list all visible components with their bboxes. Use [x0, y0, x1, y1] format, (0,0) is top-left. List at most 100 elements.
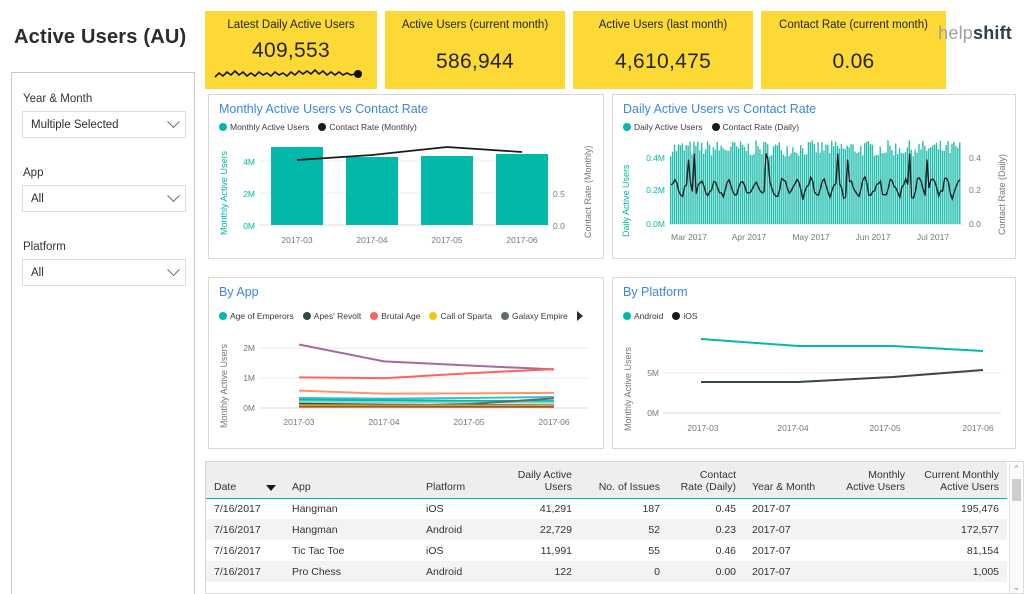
- chevron-up-icon[interactable]: ⌃: [1010, 463, 1023, 476]
- legend-dot-icon: [318, 123, 327, 131]
- cell-mau: [830, 540, 913, 561]
- by-app-xtick-0: 2017-03: [283, 417, 314, 427]
- cell-dau: 41,291: [539, 502, 572, 515]
- chevron-down-icon: [167, 189, 180, 203]
- by-app-ytick-0m: 0M: [243, 403, 255, 413]
- cell-date: 7/16/2017: [214, 544, 261, 557]
- year-month-select[interactable]: Multiple Selected: [22, 111, 186, 138]
- monthly-ytick-0m: 0M: [243, 221, 255, 231]
- table-row[interactable]: 7/16/2017 Pro Chess Android 122 0 0.00 2…: [206, 561, 1007, 582]
- legend-item-monthly-active-users[interactable]: Monthly Active Users: [219, 122, 309, 132]
- legend-dot-icon: [672, 312, 681, 320]
- bar-2017-06[interactable]: [496, 154, 548, 225]
- legend-dot-icon: [500, 312, 509, 320]
- kpi-card-active-users-last-month[interactable]: Active Users (last month) 4,610,475: [573, 11, 753, 89]
- legend-label: iOS: [683, 311, 698, 321]
- by-platform-line-ios[interactable]: [701, 369, 984, 383]
- column-header-no-of-issues[interactable]: No. of Issues: [580, 462, 668, 499]
- logo-text-bold: shift: [973, 23, 1012, 43]
- chart-panel-by-app[interactable]: By App Age of Emperors Apes' Revolt Brut…: [208, 277, 604, 449]
- chart-title-monthly: Monthly Active Users vs Contact Rate: [219, 102, 429, 116]
- column-header-contact-rate-daily[interactable]: Contact Rate (Daily): [668, 462, 744, 499]
- chart-panel-daily-active-users[interactable]: Daily Active Users vs Contact Rate Daily…: [612, 94, 1016, 259]
- legend-item-android[interactable]: Android: [623, 311, 663, 321]
- cell-issues: 187: [642, 502, 660, 515]
- by-platform-line-android[interactable]: [700, 338, 984, 352]
- daily-y-axis-title: Daily Active Users: [621, 164, 631, 237]
- bar-2017-04[interactable]: [346, 157, 398, 225]
- column-header-date[interactable]: Date: [206, 462, 284, 499]
- cell-app: Tic Tac Toe: [292, 544, 345, 557]
- daily-ytick-00m: 0.0M: [646, 219, 665, 229]
- chart-legend-monthly: Monthly Active Users Contact Rate (Month…: [219, 122, 417, 132]
- cell-contact-rate: 0.46: [715, 544, 736, 557]
- by-app-line-brutal-age[interactable]: [298, 368, 555, 380]
- kpi-card-active-users-current-month[interactable]: Active Users (current month) 586,944: [385, 11, 565, 89]
- monthly-y2-axis-title: Contact Rate (Monthly): [583, 145, 593, 238]
- column-label: Current Monthly Active Users: [924, 468, 999, 493]
- by-app-line-orange-app[interactable]: [298, 389, 555, 395]
- by-app-y-axis-title: Monthly Active Users: [219, 343, 229, 428]
- legend-label: Daily Active Users: [634, 122, 703, 132]
- daily-chart-svg: Daily Active Users Contact Rate (Daily) …: [621, 140, 1007, 242]
- platform-select[interactable]: All: [22, 259, 186, 286]
- app-value: All: [31, 192, 44, 205]
- column-header-year-month[interactable]: Year & Month: [744, 462, 830, 499]
- monthly-ytick-2m: 2M: [243, 189, 255, 199]
- column-header-platform[interactable]: Platform: [418, 462, 480, 499]
- logo-text-light: help: [938, 23, 973, 43]
- legend-item-daily-active-users[interactable]: Daily Active Users: [623, 122, 703, 132]
- cell-year-month: 2017-07: [752, 544, 791, 557]
- by-platform-y-axis-title: Monthly Active Users: [623, 346, 633, 431]
- page-title: Active Users (AU): [14, 26, 187, 48]
- scrollbar-thumb[interactable]: [1012, 479, 1021, 501]
- kpi-card-latest-daily-active-users[interactable]: Latest Daily Active Users 409,553: [205, 11, 377, 89]
- chart-legend-by-platform: Android iOS: [623, 311, 697, 321]
- cell-mau: [830, 519, 913, 540]
- column-label: No. of Issues: [598, 480, 660, 493]
- app-select[interactable]: All: [22, 185, 186, 212]
- by-app-chart-svg: Monthly Active Users 2M 1M 0M 2017-03 20…: [219, 343, 589, 428]
- cell-platform: iOS: [426, 544, 444, 557]
- chart-panel-by-platform[interactable]: By Platform Android iOS Monthly Active U…: [612, 277, 1016, 449]
- column-label: Date: [214, 480, 237, 493]
- legend-label: Contact Rate (Daily): [722, 122, 800, 132]
- column-header-current-monthly-active-users[interactable]: Current Monthly Active Users: [913, 462, 1007, 499]
- chevron-right-icon[interactable]: [576, 311, 583, 321]
- legend-item-contact-rate-monthly[interactable]: Contact Rate (Monthly): [318, 122, 417, 132]
- legend-item-apes-revolt[interactable]: Apes' Revolt: [302, 311, 361, 321]
- daily-ytick-04m: 0.4M: [646, 153, 665, 163]
- table-row[interactable]: 7/16/2017 Hangman Android 22,729 52 0.23…: [206, 519, 1007, 540]
- table-vertical-scrollbar[interactable]: ⌃ ⌄: [1009, 463, 1023, 593]
- column-header-app[interactable]: App: [284, 462, 418, 499]
- daily-xtick-1: Apr 2017: [732, 232, 767, 242]
- by-app-line-cyan-app[interactable]: [298, 395, 555, 400]
- legend-item-galaxy-empire[interactable]: Galaxy Empire: [500, 311, 568, 321]
- kpi-card-contact-rate-current-month[interactable]: Contact Rate (current month) 0.06: [761, 11, 946, 89]
- kpi-label: Active Users (last month): [598, 19, 728, 31]
- kpi-value: 586,944: [435, 50, 514, 73]
- cell-cmau: 81,154: [966, 544, 999, 557]
- cell-issues: 55: [648, 544, 660, 557]
- chart-title-daily: Daily Active Users vs Contact Rate: [623, 102, 817, 116]
- table-row[interactable]: 7/16/2017 Hangman iOS 41,291 187 0.45 20…: [206, 498, 1007, 519]
- filter-platform: Platform All: [22, 241, 186, 286]
- legend-item-call-of-sparta[interactable]: Call of Sparta: [429, 311, 492, 321]
- table-row[interactable]: 7/16/2017 Tic Tac Toe iOS 11,991 55 0.46…: [206, 540, 1007, 561]
- chevron-down-icon[interactable]: ⌄: [1010, 581, 1023, 593]
- legend-dot-icon: [711, 123, 720, 131]
- bar-2017-05[interactable]: [421, 156, 473, 225]
- daily-ytick-02m: 0.2M: [646, 185, 665, 195]
- by-platform-ytick-5m: 5M: [647, 368, 659, 378]
- by-app-ytick-2m: 2M: [243, 343, 255, 353]
- legend-item-age-of-emperors[interactable]: Age of Emperors: [219, 311, 294, 321]
- column-header-monthly-active-users[interactable]: Monthly Active Users: [830, 462, 913, 499]
- column-header-daily-active-users[interactable]: Daily Active Users: [480, 462, 580, 499]
- legend-item-contact-rate-daily[interactable]: Contact Rate (Daily): [711, 122, 800, 132]
- legend-item-brutal-age[interactable]: Brutal Age: [370, 311, 420, 321]
- chart-panel-monthly-active-users[interactable]: Monthly Active Users vs Contact Rate Mon…: [208, 94, 604, 259]
- legend-item-ios[interactable]: iOS: [672, 311, 697, 321]
- by-platform-xtick-2: 2017-05: [869, 423, 900, 433]
- sort-desc-caret-icon[interactable]: [266, 484, 276, 491]
- details-table-panel[interactable]: Date App Platform Daily Active Users No.…: [205, 461, 1024, 594]
